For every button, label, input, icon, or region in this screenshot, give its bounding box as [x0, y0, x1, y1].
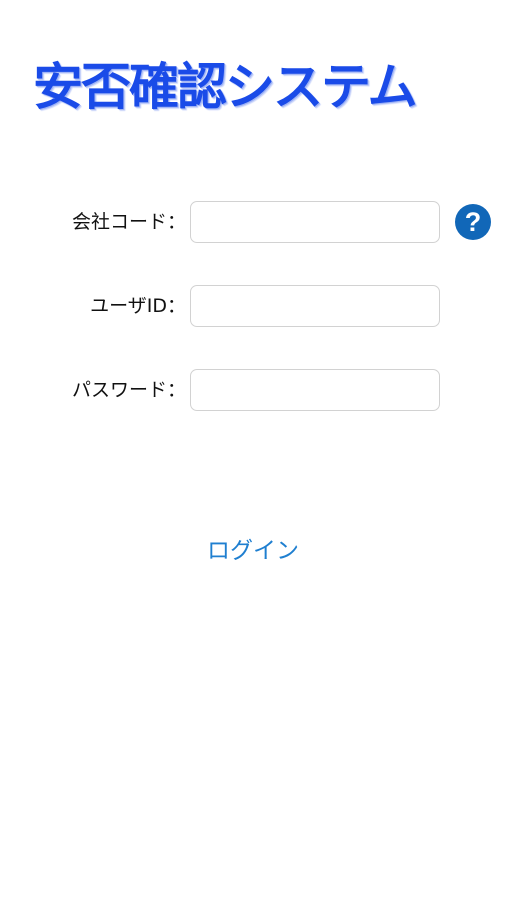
app-title: 安否確認システム [33, 58, 418, 116]
user-id-label: ユーザID： [90, 295, 186, 317]
password-input[interactable] [190, 369, 440, 411]
company-code-label: 会社コード： [71, 211, 186, 233]
login-button[interactable]: ログイン [153, 530, 353, 572]
company-code-row: 会社コード： ? [0, 201, 507, 243]
password-label: パスワード： [71, 379, 186, 401]
help-icon[interactable]: ? [455, 204, 491, 240]
company-code-input[interactable] [190, 201, 440, 243]
user-id-row: ユーザID： [0, 285, 507, 327]
password-row: パスワード： [0, 369, 507, 411]
user-id-input[interactable] [190, 285, 440, 327]
